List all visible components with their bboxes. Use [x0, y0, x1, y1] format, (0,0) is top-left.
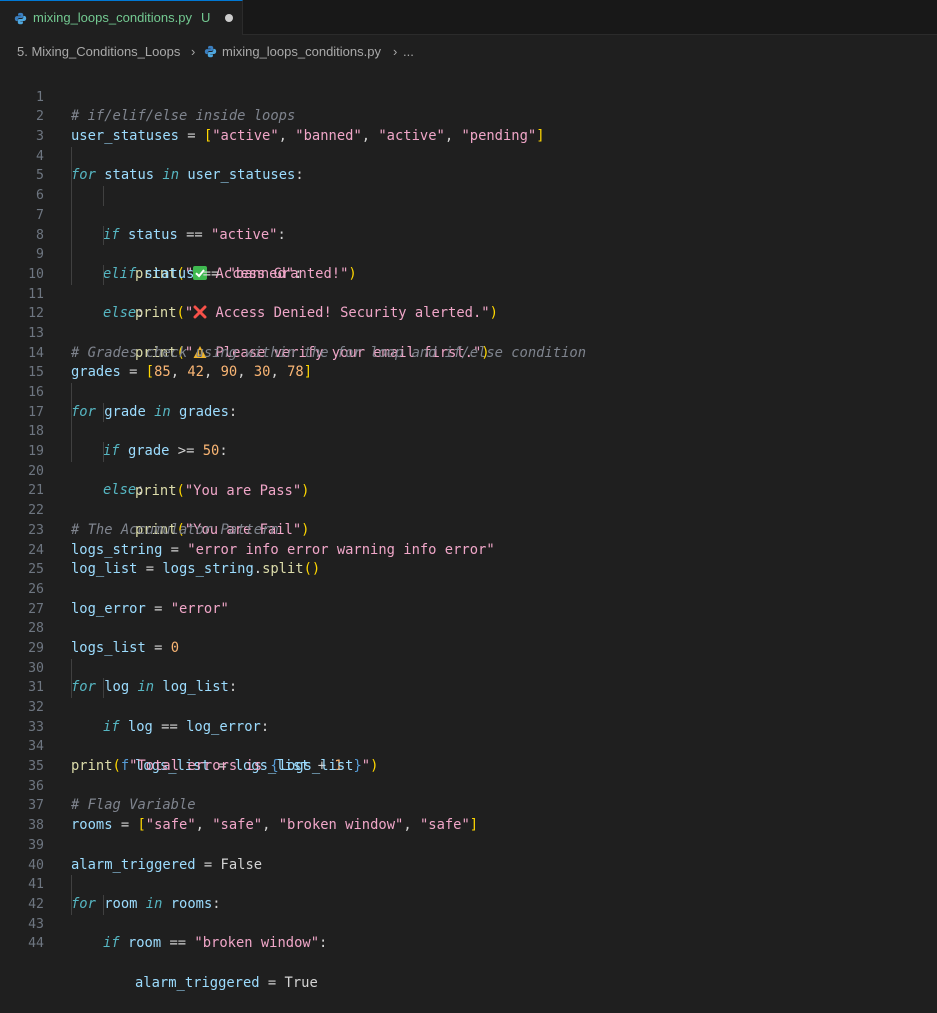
breadcrumb-separator: ›: [191, 44, 196, 59]
editor-tab-active[interactable]: mixing_loops_conditions.py U: [0, 0, 243, 35]
code-line: 6 if status == "active":: [0, 166, 937, 243]
code-line: 25: [0, 541, 937, 577]
code-line: 12: [0, 285, 937, 321]
code-line: 13 # Grades check using within the for l…: [0, 304, 937, 361]
indent-guide: [71, 383, 72, 403]
indent-guide: [71, 146, 72, 167]
breadcrumb-symbol[interactable]: ...: [403, 44, 414, 60]
code-line: 32 logs_list = logs_list + 1: [0, 678, 937, 774]
code-line: 44: [0, 915, 937, 951]
code-token: True: [284, 974, 318, 991]
indent-guide: [103, 442, 104, 462]
code-token: alarm_triggered: [135, 974, 260, 991]
code-line: 4 for status in user_statuses:: [0, 127, 937, 184]
indent-guide: [71, 402, 72, 423]
code-line: 2 user_statuses = ["active", "banned", "…: [0, 88, 937, 144]
code-line: 7 print(" Access Granted!"): [0, 186, 937, 282]
code-line: 37 rooms = ["safe", "safe", "broken wind…: [0, 777, 937, 833]
indent-guide: [71, 442, 72, 462]
indent-guide: [71, 678, 72, 698]
code-line: 11 print(" Please verify your email firs…: [0, 264, 937, 361]
code-line: 42 if room == "broken window":: [0, 875, 937, 951]
code-line: 9 print(" Access Denied! Security alerte…: [0, 225, 937, 321]
indent-guide: [71, 186, 72, 206]
indent-guide: [71, 875, 72, 895]
code-token: room: [127, 935, 162, 952]
code-line: 38: [0, 796, 937, 833]
code-line: 39 alarm_triggered = False: [0, 816, 937, 873]
breadcrumb-separator: ›: [393, 44, 398, 59]
code-line: 33: [0, 698, 937, 735]
code-line: 24 log_list = logs_string.split(): [0, 521, 937, 578]
indent-guide: [71, 166, 72, 187]
code-line: 8 elif status == "banned":: [0, 205, 937, 282]
git-status-badge: U: [201, 10, 211, 25]
indent-guide: [71, 245, 72, 265]
code-line: 41 for room in rooms:: [0, 856, 937, 912]
indent-guide: [71, 894, 72, 915]
indent-guide: [103, 264, 104, 285]
tab-filename: mixing_loops_conditions.py: [33, 10, 192, 25]
code-line: 3: [0, 107, 937, 144]
code-line: 14 grades = [85, 42, 90, 30, 78]: [0, 324, 937, 381]
indent-guide: [71, 205, 72, 226]
code-line: 29: [0, 619, 937, 656]
code-line: 15: [0, 344, 937, 380]
code-line: 27: [0, 580, 937, 617]
indent-guide: [103, 678, 104, 698]
code-token: "broken window": [194, 935, 320, 952]
code-line: 43 alarm_triggered = True: [0, 894, 937, 991]
breadcrumb: 5. Mixing_Conditions_Loops › mixing_loop…: [0, 36, 937, 66]
code-line: 21: [0, 462, 937, 498]
editor-tab-bar: mixing_loops_conditions.py U: [0, 0, 937, 35]
code-line: 40: [0, 836, 937, 873]
code-line: 28 logs_list = 0: [0, 600, 937, 656]
indent-guide: [103, 225, 104, 246]
code-line: 35: [0, 737, 937, 774]
code-line: 17 if grade >= 50:: [0, 383, 937, 459]
unsaved-dot-icon[interactable]: [225, 14, 233, 22]
indent-guide: [71, 658, 72, 679]
code-line: 36 # Flag Variable: [0, 757, 937, 814]
breadcrumb-folder[interactable]: 5. Mixing_Conditions_Loops: [17, 44, 180, 60]
code-line: 26 log_error = "error": [0, 560, 937, 617]
code-token: =: [259, 974, 285, 991]
code-line: 19 else:: [0, 422, 937, 498]
code-line: 31 if log == log_error:: [0, 658, 937, 735]
code-line: 1 # if/elif/else inside loops: [0, 68, 937, 125]
code-line: 20 print("You are Fail"): [0, 442, 937, 538]
breadcrumb-file[interactable]: mixing_loops_conditions.py: [222, 44, 381, 60]
code-line: 10 else:: [0, 245, 937, 321]
indent-guide: [103, 402, 104, 423]
code-line: 22 # The Accumulator Pattern: [0, 481, 937, 538]
code-line: 34 print(f"Total errors is {logs_list}"): [0, 718, 937, 774]
python-icon: [14, 12, 27, 25]
code-editor[interactable]: 1 # if/elif/else inside loops 2 user_sta…: [0, 68, 937, 991]
code-line: 23 logs_string = "error info error warni…: [0, 501, 937, 558]
indent-guide: [103, 894, 104, 915]
line-number: 44: [28, 936, 44, 952]
code-line: 30 for log in log_list:: [0, 639, 937, 696]
indent-guide: [103, 186, 104, 206]
indent-guide: [71, 422, 72, 443]
code-line: 16 for grade in grades:: [0, 363, 937, 420]
indent-guide: [71, 264, 72, 285]
code-token: :: [319, 935, 328, 952]
code-token: ==: [161, 935, 195, 952]
python-icon: [204, 45, 217, 58]
code-line: 18 print("You are Pass"): [0, 402, 937, 499]
code-token: if: [103, 935, 120, 952]
indent-guide: [71, 225, 72, 246]
code-line: 5: [0, 146, 937, 183]
